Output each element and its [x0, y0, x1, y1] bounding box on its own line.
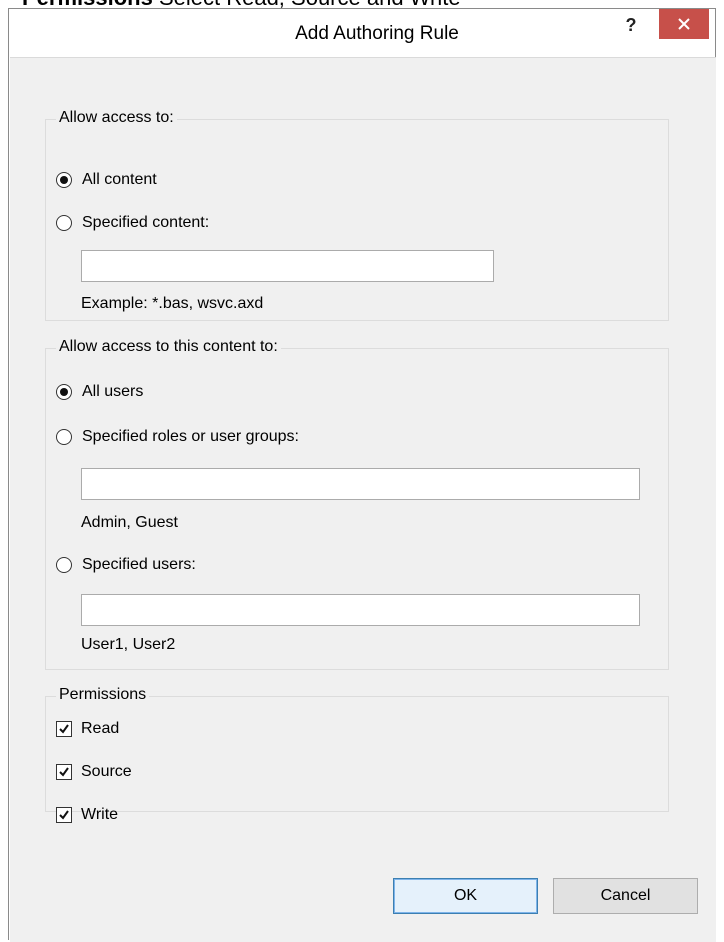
page-caption: Permissions Select Read, Source and Writ… [22, 0, 461, 9]
specified-content-option[interactable]: Specified content: [56, 212, 209, 234]
specified-content-label: Specified content: [82, 214, 210, 231]
content-example-text: Example: *.bas, wsvc.axd [81, 295, 264, 312]
all-content-option[interactable]: All content [56, 169, 157, 191]
ok-button[interactable]: OK [393, 878, 538, 914]
all-users-radio[interactable] [56, 384, 72, 400]
permissions-group-label: Permissions [56, 686, 150, 704]
read-checkbox[interactable] [56, 721, 72, 737]
permission-source-option[interactable]: Source [56, 761, 132, 783]
permission-read-option[interactable]: Read [56, 718, 119, 740]
close-button[interactable] [659, 9, 709, 39]
checkmark-icon [59, 767, 69, 777]
permission-write-option[interactable]: Write [56, 804, 118, 826]
specified-content-input[interactable] [81, 250, 494, 282]
permissions-group: Permissions [45, 686, 669, 812]
cancel-button[interactable]: Cancel [553, 878, 698, 914]
specified-users-label: Specified users: [82, 556, 196, 573]
users-hint-text: User1, User2 [81, 636, 176, 653]
source-checkbox[interactable] [56, 764, 72, 780]
specified-content-radio[interactable] [56, 215, 72, 231]
help-button[interactable]: ? [617, 13, 645, 37]
add-authoring-rule-dialog: Add Authoring Rule ? Allow access to: Al… [8, 8, 716, 942]
checkmark-icon [59, 724, 69, 734]
all-content-radio[interactable] [56, 172, 72, 188]
specified-users-option[interactable]: Specified users: [56, 554, 196, 576]
read-label: Read [81, 720, 120, 737]
specified-roles-option[interactable]: Specified roles or user groups: [56, 426, 299, 448]
title-bar: Add Authoring Rule ? [9, 9, 715, 57]
specified-roles-label: Specified roles or user groups: [82, 428, 299, 445]
write-label: Write [81, 806, 119, 823]
specified-users-input[interactable] [81, 594, 640, 626]
all-users-label: All users [82, 383, 144, 400]
all-users-option[interactable]: All users [56, 381, 143, 403]
all-content-label: All content [82, 171, 157, 188]
close-icon [678, 18, 690, 30]
checkmark-icon [59, 810, 69, 820]
roles-hint-text: Admin, Guest [81, 514, 178, 531]
allow-access-group-label: Allow access to: [56, 109, 177, 127]
allow-users-group-label: Allow access to this content to: [56, 338, 281, 356]
specified-roles-radio[interactable] [56, 429, 72, 445]
specified-users-radio[interactable] [56, 557, 72, 573]
dialog-client-area: Allow access to: All content Specified c… [10, 57, 716, 942]
specified-roles-input[interactable] [81, 468, 640, 500]
write-checkbox[interactable] [56, 807, 72, 823]
source-label: Source [81, 763, 132, 780]
